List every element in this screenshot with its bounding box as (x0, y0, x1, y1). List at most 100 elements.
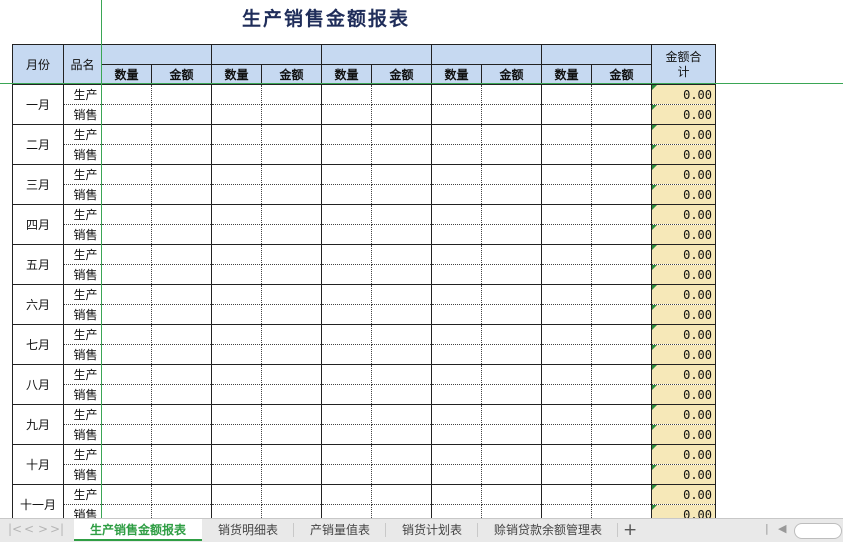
amount-cell[interactable] (261, 144, 322, 165)
header-amt[interactable]: 金额 (261, 64, 322, 85)
qty-cell[interactable] (211, 344, 262, 365)
qty-cell[interactable] (431, 144, 482, 165)
amount-cell[interactable] (261, 404, 322, 425)
amount-cell[interactable] (591, 384, 652, 405)
qty-cell[interactable] (321, 84, 372, 105)
month-cell[interactable]: 十月 (12, 444, 64, 485)
amount-cell[interactable] (261, 84, 322, 105)
amount-cell[interactable] (371, 484, 432, 505)
amount-cell[interactable] (371, 244, 432, 265)
qty-cell[interactable] (321, 264, 372, 285)
amount-cell[interactable] (261, 124, 322, 145)
qty-cell[interactable] (211, 104, 262, 125)
header-amt[interactable]: 金额 (151, 64, 212, 85)
qty-cell[interactable] (211, 224, 262, 245)
qty-cell[interactable] (541, 264, 592, 285)
total-cell[interactable]: 0.00 (651, 84, 716, 105)
header-product[interactable]: 品名 (63, 44, 102, 85)
qty-cell[interactable] (541, 164, 592, 185)
qty-cell[interactable] (541, 364, 592, 385)
header-total[interactable]: 金额合计 (651, 44, 716, 85)
qty-cell[interactable] (431, 444, 482, 465)
qty-cell[interactable] (211, 144, 262, 165)
amount-cell[interactable] (371, 124, 432, 145)
qty-cell[interactable] (431, 224, 482, 245)
amount-cell[interactable] (591, 184, 652, 205)
month-cell[interactable]: 六月 (12, 284, 64, 325)
product-cell[interactable]: 生产 (63, 404, 102, 425)
qty-cell[interactable] (101, 104, 152, 125)
amount-cell[interactable] (481, 264, 542, 285)
header-amt[interactable]: 金额 (371, 64, 432, 85)
qty-cell[interactable] (101, 204, 152, 225)
amount-cell[interactable] (151, 124, 212, 145)
amount-cell[interactable] (261, 424, 322, 445)
amount-cell[interactable] (151, 384, 212, 405)
qty-cell[interactable] (541, 124, 592, 145)
qty-cell[interactable] (211, 124, 262, 145)
amount-cell[interactable] (371, 104, 432, 125)
total-cell[interactable]: 0.00 (651, 124, 716, 145)
product-cell[interactable]: 生产 (63, 84, 102, 105)
amount-cell[interactable] (481, 164, 542, 185)
qty-cell[interactable] (541, 204, 592, 225)
qty-cell[interactable] (321, 244, 372, 265)
total-cell[interactable]: 0.00 (651, 464, 716, 485)
product-cell[interactable]: 生产 (63, 364, 102, 385)
qty-cell[interactable] (431, 164, 482, 185)
product-cell[interactable]: 销售 (63, 464, 102, 485)
amount-cell[interactable] (151, 84, 212, 105)
amount-cell[interactable] (151, 264, 212, 285)
amount-cell[interactable] (151, 184, 212, 205)
amount-cell[interactable] (151, 464, 212, 485)
amount-cell[interactable] (481, 324, 542, 345)
total-cell[interactable]: 0.00 (651, 484, 716, 505)
product-cell[interactable]: 销售 (63, 384, 102, 405)
amount-cell[interactable] (261, 204, 322, 225)
amount-cell[interactable] (481, 344, 542, 365)
product-cell[interactable]: 生产 (63, 484, 102, 505)
amount-cell[interactable] (591, 144, 652, 165)
qty-cell[interactable] (321, 384, 372, 405)
total-cell[interactable]: 0.00 (651, 224, 716, 245)
amount-cell[interactable] (481, 144, 542, 165)
amount-cell[interactable] (371, 264, 432, 285)
qty-cell[interactable] (541, 404, 592, 425)
header-qty[interactable]: 数量 (101, 64, 152, 85)
qty-cell[interactable] (211, 184, 262, 205)
amount-cell[interactable] (591, 224, 652, 245)
qty-cell[interactable] (101, 484, 152, 505)
qty-cell[interactable] (541, 444, 592, 465)
qty-cell[interactable] (541, 484, 592, 505)
qty-cell[interactable] (211, 464, 262, 485)
amount-cell[interactable] (591, 444, 652, 465)
amount-cell[interactable] (261, 484, 322, 505)
amount-cell[interactable] (371, 84, 432, 105)
total-cell[interactable]: 0.00 (651, 324, 716, 345)
sheet-tab-5[interactable]: 赊销贷款余额管理表 (480, 519, 616, 541)
qty-cell[interactable] (541, 424, 592, 445)
qty-cell[interactable] (101, 464, 152, 485)
amount-cell[interactable] (591, 324, 652, 345)
qty-cell[interactable] (431, 84, 482, 105)
total-cell[interactable]: 0.00 (651, 304, 716, 325)
qty-cell[interactable] (211, 444, 262, 465)
qty-cell[interactable] (211, 424, 262, 445)
product-cell[interactable]: 销售 (63, 304, 102, 325)
amount-cell[interactable] (481, 304, 542, 325)
qty-cell[interactable] (211, 204, 262, 225)
header-group-4[interactable] (431, 44, 542, 65)
amount-cell[interactable] (481, 204, 542, 225)
total-cell[interactable]: 0.00 (651, 384, 716, 405)
amount-cell[interactable] (591, 124, 652, 145)
amount-cell[interactable] (481, 404, 542, 425)
product-cell[interactable]: 销售 (63, 224, 102, 245)
header-qty[interactable]: 数量 (321, 64, 372, 85)
amount-cell[interactable] (371, 184, 432, 205)
amount-cell[interactable] (151, 104, 212, 125)
amount-cell[interactable] (371, 464, 432, 485)
amount-cell[interactable] (591, 364, 652, 385)
amount-cell[interactable] (591, 284, 652, 305)
amount-cell[interactable] (261, 444, 322, 465)
qty-cell[interactable] (541, 184, 592, 205)
